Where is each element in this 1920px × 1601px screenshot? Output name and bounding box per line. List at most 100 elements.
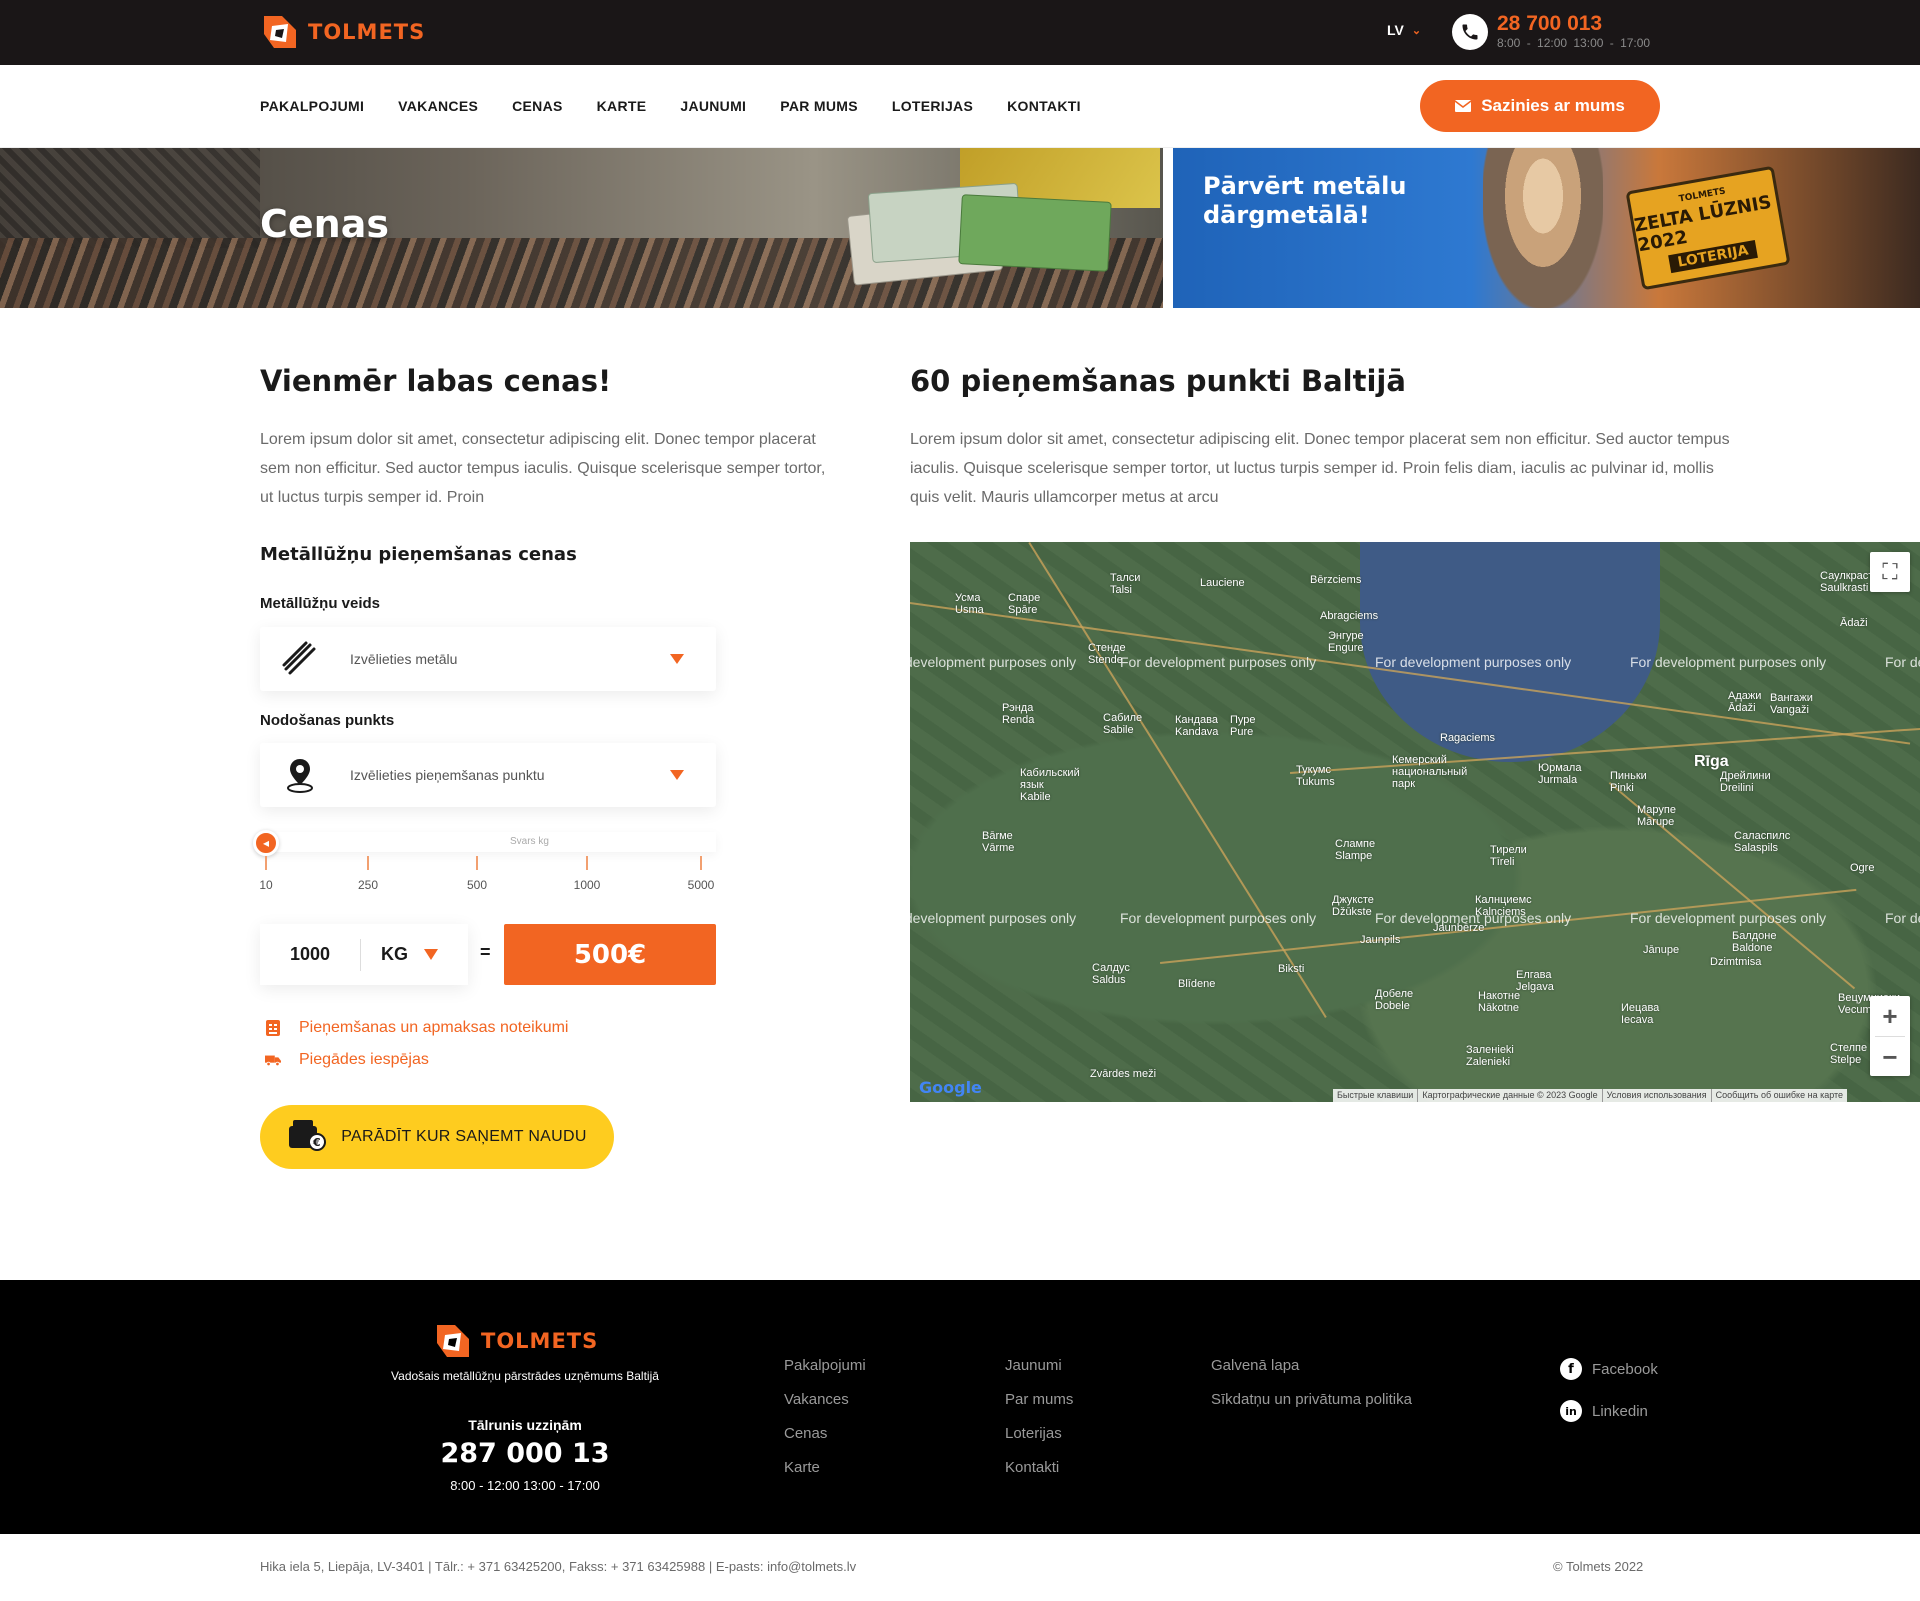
map-city-label: Стелпе Stelpe xyxy=(1830,1042,1868,1066)
nav-item-kontakti[interactable]: KONTAKTI xyxy=(1007,98,1081,114)
logo-text: TOLMETS xyxy=(308,20,426,44)
hero-banner: Cenas xyxy=(0,148,1163,308)
nav-item-par-mums[interactable]: PAR MUMS xyxy=(780,98,858,114)
contact-button[interactable]: Sazinies ar mums xyxy=(1420,80,1660,132)
delivery-link[interactable]: Piegādes iespējas xyxy=(265,1051,429,1069)
map-city-label: Blīdene xyxy=(1178,978,1216,990)
terms-link[interactable]: Pieņemšanas un apmaksas noteikumi xyxy=(265,1019,568,1037)
svg-text:€: € xyxy=(312,1136,321,1149)
map-attr-shortcuts[interactable]: Быстрые клавиши xyxy=(1333,1089,1419,1102)
footer-link-pakalpojumi[interactable]: Pakalpojumi xyxy=(784,1357,866,1374)
metal-type-label: Metāllūžņu veids xyxy=(260,595,381,612)
facebook-link[interactable]: f Facebook xyxy=(1560,1358,1658,1380)
footer-link-kontakti[interactable]: Kontakti xyxy=(1005,1459,1073,1476)
zoom-in-button[interactable]: + xyxy=(1870,996,1910,1036)
footer-logo[interactable]: TOLMETS xyxy=(433,1321,598,1361)
map-attr-report[interactable]: Сообщить об ошибке на карте xyxy=(1712,1089,1847,1102)
language-selector[interactable]: LV ⌄ xyxy=(1387,22,1421,38)
footer-link-par-mums[interactable]: Par mums xyxy=(1005,1391,1073,1408)
map-city-label: Пуре Pure xyxy=(1230,714,1256,738)
footer-link-jaunumi[interactable]: Jaunumi xyxy=(1005,1357,1073,1374)
map-city-label: Zvārdes meži xyxy=(1090,1068,1157,1080)
slider-tick xyxy=(367,856,369,870)
google-logo: Google xyxy=(919,1078,982,1097)
footer-copyright: © Tolmets 2022 xyxy=(1553,1559,1644,1574)
slider-tick xyxy=(586,856,588,870)
caret-down-icon[interactable] xyxy=(424,949,438,960)
metal-type-select[interactable]: Izvēlieties metālu xyxy=(260,627,716,691)
map-city-label: Добеле Dobele xyxy=(1375,988,1414,1012)
map-city-label: Biksti xyxy=(1278,963,1305,975)
prices-heading: Vienmēr labas cenas! xyxy=(260,364,612,398)
quantity-input-group[interactable]: 1000 KG xyxy=(260,924,468,985)
header-phone[interactable]: 28 700 013 xyxy=(1497,12,1602,36)
map-watermark: For development purposes only xyxy=(1885,654,1920,670)
header-hours: 8:00 - 12:00 13:00 - 17:00 xyxy=(1497,36,1651,50)
nav-item-loterijas[interactable]: LOTERIJAS xyxy=(892,98,973,114)
map-watermark: For development purposes only xyxy=(1120,654,1317,670)
show-money-button[interactable]: € PARĀDĪT KUR SAŅEMT NAUDU xyxy=(260,1105,614,1169)
footer-tagline: Vadošais metāllūžņu pārstrādes uzņēmums … xyxy=(391,1369,659,1383)
footer-link-cenas[interactable]: Cenas xyxy=(784,1425,866,1442)
nav-item-cenas[interactable]: CENAS xyxy=(512,98,563,114)
logo-mark-icon xyxy=(437,1325,469,1357)
map-attribution: Быстрые клавиши Картографические данные … xyxy=(1333,1089,1848,1102)
footer-col-1: Pakalpojumi Vakances Cenas Karte xyxy=(784,1357,866,1476)
logo-mark-icon xyxy=(264,16,296,48)
footer-link-loterijas[interactable]: Loterijas xyxy=(1005,1425,1073,1442)
footer-col-2: Jaunumi Par mums Loterijas Kontakti xyxy=(1005,1357,1073,1476)
drop-point-select[interactable]: Izvēlieties pieņemšanas punktu xyxy=(260,743,716,807)
promo-text-line1: Pārvērt metālu xyxy=(1203,172,1407,200)
money-stack-image xyxy=(846,178,1112,298)
map-city-label: Ragaciems xyxy=(1440,732,1496,744)
map-city-label: Dzimtmisa xyxy=(1710,956,1762,968)
map-city-label: Рэнда Renda xyxy=(1002,702,1035,726)
unit-select[interactable]: KG xyxy=(381,944,408,965)
weight-slider[interactable] xyxy=(260,832,716,852)
weight-slider-label: Svars kg xyxy=(510,836,549,847)
map-city-label: Кемерский национальный парк xyxy=(1392,754,1468,790)
fullscreen-icon[interactable]: ⛶ xyxy=(1870,552,1910,592)
footer-link-vakances[interactable]: Vakances xyxy=(784,1391,866,1408)
badge-title: ZELTA LŪZNIS 2022 xyxy=(1632,191,1774,257)
footer-phone-label: Tālrunis uzziņām xyxy=(468,1417,582,1433)
nav-item-vakances[interactable]: VAKANCES xyxy=(398,98,478,114)
slider-tick xyxy=(265,856,267,870)
price-result: 500€ xyxy=(504,924,716,985)
footer-link-home[interactable]: Galvenā lapa xyxy=(1211,1357,1412,1374)
facebook-icon: f xyxy=(1560,1358,1582,1380)
lottery-promo-banner[interactable]: Pārvērt metālu dārgmetālā! TOLMETS ZELTA… xyxy=(1173,148,1920,308)
map-watermark: For development purposes only xyxy=(1375,910,1572,926)
phone-icon xyxy=(1452,14,1488,50)
hero-scrap-image xyxy=(0,148,260,248)
quantity-value[interactable]: 1000 xyxy=(260,944,360,965)
map-attr-terms[interactable]: Условия использования xyxy=(1603,1089,1712,1102)
caret-down-icon xyxy=(670,770,684,780)
footer-phone[interactable]: 287 000 13 xyxy=(370,1438,680,1469)
prices-intro: Lorem ipsum dolor sit amet, consectetur … xyxy=(260,431,826,506)
footer-link-privacy[interactable]: Sīkdatņu un privātuma politika xyxy=(1211,1391,1412,1408)
linkedin-link[interactable]: in Linkedin xyxy=(1560,1400,1648,1422)
google-logo-text: Google xyxy=(919,1078,982,1097)
points-intro: Lorem ipsum dolor sit amet, consectetur … xyxy=(910,431,1730,506)
nav-item-pakalpojumi[interactable]: PAKALPOJUMI xyxy=(260,98,364,114)
logo-text: TOLMETS xyxy=(481,1329,599,1353)
drop-point-label: Nodošanas punkts xyxy=(260,712,395,729)
zoom-out-button[interactable]: − xyxy=(1870,1037,1910,1077)
map[interactable]: Талси Talsi Lauciene Bērzciems Abragciems Эн… xyxy=(910,542,1920,1102)
footer-link-karte[interactable]: Karte xyxy=(784,1459,866,1476)
map-city-label: Накотне Nākotne xyxy=(1478,990,1521,1014)
show-money-button-label: PARĀDĪT KUR SAŅEMT NAUDU xyxy=(341,1128,587,1145)
contact-button-label: Sazinies ar mums xyxy=(1481,96,1625,115)
points-heading: 60 pieņemšanas punkti Baltijā xyxy=(910,364,1406,398)
logo[interactable]: TOLMETS xyxy=(260,12,425,52)
map-city-label: Юрмала Jurmala xyxy=(1538,762,1582,786)
weight-slider-handle[interactable]: ◂ xyxy=(253,830,279,856)
metal-type-placeholder: Izvēlieties metālu xyxy=(350,651,458,667)
map-watermark: For development purposes only xyxy=(1375,654,1572,670)
map-city-label: Lauciene xyxy=(1200,577,1245,589)
map-city-label: Заленieki Zalenieki xyxy=(1466,1044,1514,1068)
nav-item-karte[interactable]: KARTE xyxy=(597,98,647,114)
nav-item-jaunumi[interactable]: JAUNUMI xyxy=(680,98,746,114)
map-watermark: For development purposes only xyxy=(1120,910,1317,926)
